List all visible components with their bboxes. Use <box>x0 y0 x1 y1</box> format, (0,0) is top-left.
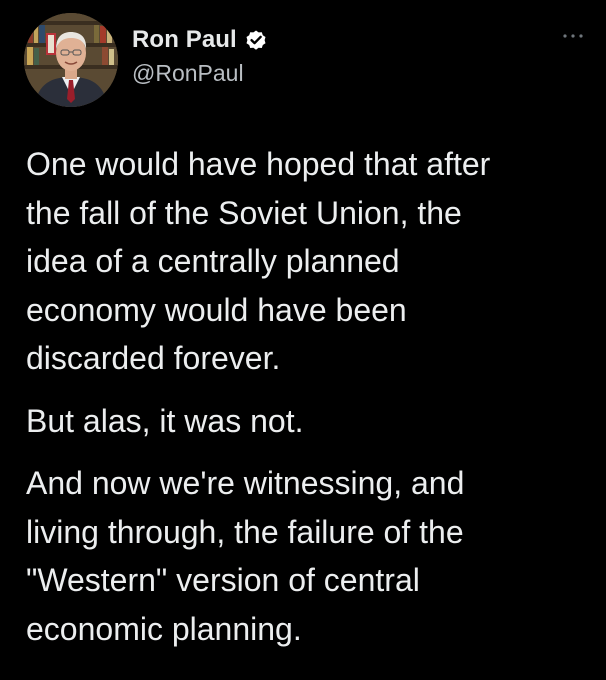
tweet-paragraph: One would have hoped that after the fall… <box>26 146 491 376</box>
more-options-icon[interactable] <box>562 28 584 38</box>
tweet-card: Ron Paul @RonPaul One would have hoped t… <box>0 0 606 680</box>
verified-badge-icon <box>244 28 268 52</box>
tweet-paragraph: And now we're witnessing, and living thr… <box>26 465 465 647</box>
tweet-author: Ron Paul @RonPaul <box>132 22 268 92</box>
tweet-paragraph: But alas, it was not. <box>26 402 304 439</box>
profile-photo-icon <box>24 13 118 107</box>
display-name[interactable]: Ron Paul <box>132 26 237 54</box>
user-handle[interactable]: @RonPaul <box>132 60 268 87</box>
tweet-text: One would have hoped that after the fall… <box>26 140 586 667</box>
avatar[interactable] <box>24 13 118 107</box>
name-row: Ron Paul <box>132 22 268 58</box>
